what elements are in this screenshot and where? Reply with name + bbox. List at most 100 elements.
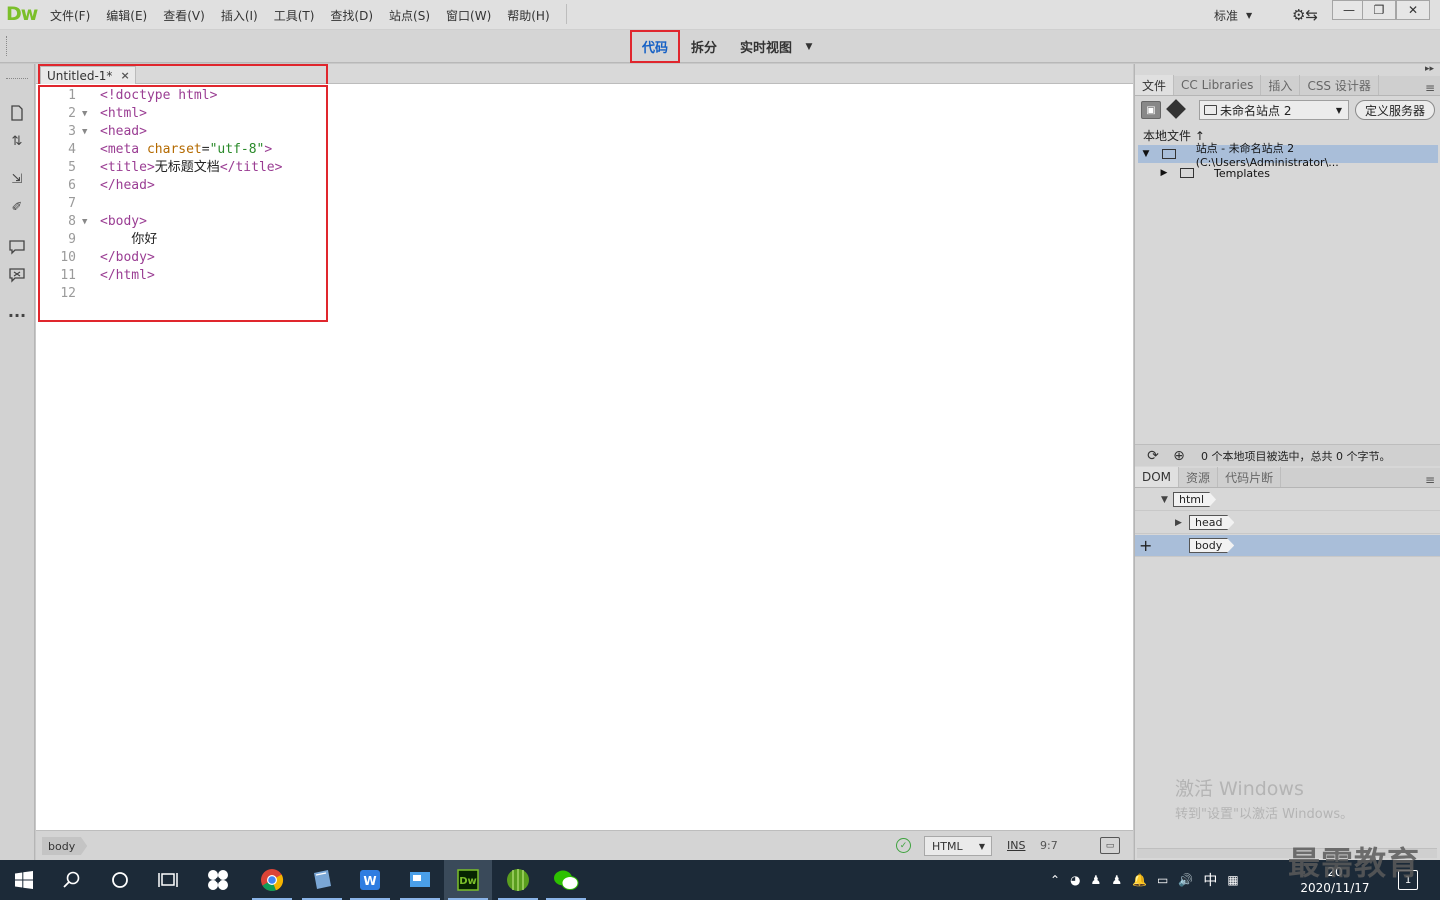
chevron-right-icon[interactable]: ▶	[1156, 168, 1172, 178]
notification-bell-icon[interactable]: 🔔	[1132, 873, 1147, 887]
wps-writer-icon[interactable]: W	[346, 860, 394, 900]
menu-edit[interactable]: 编辑(E)	[98, 7, 155, 24]
code-line[interactable]: 12	[36, 285, 636, 303]
add-element-plus-icon[interactable]: +	[1139, 536, 1152, 555]
tab-assets[interactable]: 资源	[1179, 467, 1219, 487]
close-button[interactable]: ✕	[1396, 0, 1430, 20]
qq-tray-icon[interactable]: ♟	[1091, 873, 1102, 887]
search-icon[interactable]	[48, 860, 96, 900]
preview-icon[interactable]: ▭	[1100, 837, 1120, 854]
define-server-button[interactable]: 定义服务器	[1355, 100, 1435, 120]
tree-item-templates[interactable]: ▶ Templates	[1138, 164, 1438, 182]
cortana-icon[interactable]	[96, 860, 144, 900]
remove-comment-icon[interactable]	[6, 264, 28, 286]
panel-menu-icon[interactable]: ≡	[1425, 473, 1435, 487]
tab-insert[interactable]: 插入	[1261, 75, 1301, 95]
menu-window[interactable]: 窗口(W)	[438, 7, 499, 24]
menu-tools[interactable]: 工具(T)	[266, 7, 323, 24]
menu-view[interactable]: 查看(V)	[155, 7, 213, 24]
menu-site[interactable]: 站点(S)	[381, 7, 438, 24]
menu-find[interactable]: 查找(D)	[322, 7, 381, 24]
git-icon[interactable]	[1166, 99, 1186, 119]
apply-comment-icon[interactable]	[6, 236, 28, 258]
tab-snippets[interactable]: 代码片断	[1218, 467, 1282, 487]
volume-icon[interactable]: 🔊	[1178, 873, 1193, 887]
chevron-down-icon[interactable]: ▼	[1138, 149, 1154, 159]
open-documents-icon[interactable]	[6, 102, 28, 124]
toolbar-grip[interactable]	[6, 36, 8, 56]
pinwheel-app-icon[interactable]	[194, 860, 242, 900]
insert-mode-indicator[interactable]: INS	[1007, 839, 1025, 852]
tab-css-designer[interactable]: CSS 设计器	[1300, 75, 1379, 95]
code-view-button[interactable]: 代码	[630, 30, 680, 63]
tab-files[interactable]: 文件	[1135, 75, 1175, 95]
network-icon[interactable]: ▭	[1157, 873, 1168, 887]
code-line[interactable]: 6 </head>	[36, 177, 636, 195]
code-line[interactable]: 4 <meta charset="utf-8">	[36, 141, 636, 159]
watermelon-app-icon[interactable]	[494, 860, 542, 900]
view-dropdown-chevron-icon[interactable]: ▼	[800, 30, 818, 63]
tab-dom[interactable]: DOM	[1135, 467, 1180, 487]
line-number: 7	[68, 196, 76, 211]
code-line[interactable]: 11 </html>	[36, 267, 636, 285]
format-source-icon[interactable]: ✐	[6, 196, 28, 218]
collapse-panels-icon[interactable]: ▸▸	[1425, 64, 1434, 74]
fold-toggle-icon[interactable]: ▼	[82, 213, 87, 231]
chrome-icon[interactable]	[248, 860, 296, 900]
qq-tray-icon[interactable]: ♟	[1111, 873, 1122, 887]
dom-node-body[interactable]: + body	[1135, 535, 1440, 557]
site-icon[interactable]: ▣	[1141, 101, 1161, 119]
start-windows-icon[interactable]	[0, 860, 48, 900]
restore-button[interactable]: ❐	[1362, 0, 1396, 20]
tab-cc-libraries[interactable]: CC Libraries	[1174, 75, 1262, 95]
sync-settings-gear-icon[interactable]: ⚙⇆	[1290, 5, 1320, 25]
notepad-app-icon[interactable]	[298, 860, 346, 900]
line-number: 12	[60, 286, 76, 301]
close-tab-icon[interactable]: ×	[120, 69, 129, 82]
dom-node-html[interactable]: ▼ html	[1135, 489, 1440, 511]
tree-item-site-root[interactable]: ▼ 站点 - 未命名站点 2 (C:\Users\Administrator\.…	[1138, 142, 1438, 169]
chevron-right-icon[interactable]: ▶	[1175, 518, 1182, 528]
task-view-icon[interactable]	[144, 860, 192, 900]
chevron-down-icon[interactable]: ▼	[1161, 495, 1168, 505]
tag-selector-body[interactable]: body	[42, 837, 88, 855]
wechat-icon[interactable]	[542, 860, 590, 900]
connect-icon[interactable]: ⊕	[1171, 448, 1187, 464]
minimize-button[interactable]: —	[1332, 0, 1366, 20]
code-line[interactable]: 3 ▼ <head>	[36, 123, 636, 141]
dom-node-head[interactable]: ▶ head	[1135, 512, 1440, 534]
live-view-button[interactable]: 实时视图	[734, 30, 798, 63]
document-type-select[interactable]: HTML ▼	[924, 836, 992, 856]
chevron-down-icon: ▼	[1246, 10, 1253, 20]
fold-toggle-icon[interactable]: ▼	[82, 105, 87, 123]
fold-toggle-icon[interactable]: ▼	[82, 123, 87, 141]
collapse-code-icon[interactable]: ⇲	[6, 168, 28, 190]
site-select[interactable]: 未命名站点 2 ▼	[1199, 100, 1349, 120]
code-line[interactable]: 10 </body>	[36, 249, 636, 267]
keyboard-grid-icon[interactable]: ▦	[1227, 873, 1238, 887]
code-line[interactable]: 9 你好	[36, 231, 636, 249]
control-panel-icon[interactable]	[396, 860, 444, 900]
wechat-tray-icon[interactable]: ◕	[1070, 873, 1080, 887]
toolbar-grip[interactable]	[6, 78, 28, 80]
code-line[interactable]: 8 ▼ <body>	[36, 213, 636, 231]
workspace-switcher[interactable]: 标准 ▼	[1214, 5, 1252, 25]
refresh-icon[interactable]: ⟳	[1145, 448, 1161, 464]
code-editor[interactable]: 1 <!doctype html> 2 ▼ <html> 3 ▼ <head> 4 <meta c…	[36, 85, 1133, 830]
document-tab[interactable]: Untitled-1* ×	[40, 66, 136, 84]
more-options-icon[interactable]: ···	[6, 304, 28, 326]
code-line[interactable]: 7	[36, 195, 636, 213]
menu-file[interactable]: 文件(F)	[42, 7, 98, 24]
show-hidden-icons-chevron-up-icon[interactable]: ⌃	[1050, 873, 1060, 887]
menu-insert[interactable]: 插入(I)	[213, 7, 266, 24]
panel-menu-icon[interactable]: ≡	[1425, 81, 1435, 95]
code-line[interactable]: 1 <!doctype html>	[36, 87, 636, 105]
code-line[interactable]: 5 <title>无标题文档</title>	[36, 159, 636, 177]
menu-help[interactable]: 帮助(H)	[499, 7, 557, 24]
code-line[interactable]: 2 ▼ <html>	[36, 105, 636, 123]
no-errors-check-icon[interactable]: ✓	[896, 838, 911, 853]
file-management-icon[interactable]: ⇅	[6, 130, 28, 152]
split-view-button[interactable]: 拆分	[686, 30, 722, 63]
dreamweaver-taskbar-icon[interactable]: Dw	[444, 860, 492, 900]
input-method-indicator[interactable]: 中	[1203, 870, 1217, 890]
